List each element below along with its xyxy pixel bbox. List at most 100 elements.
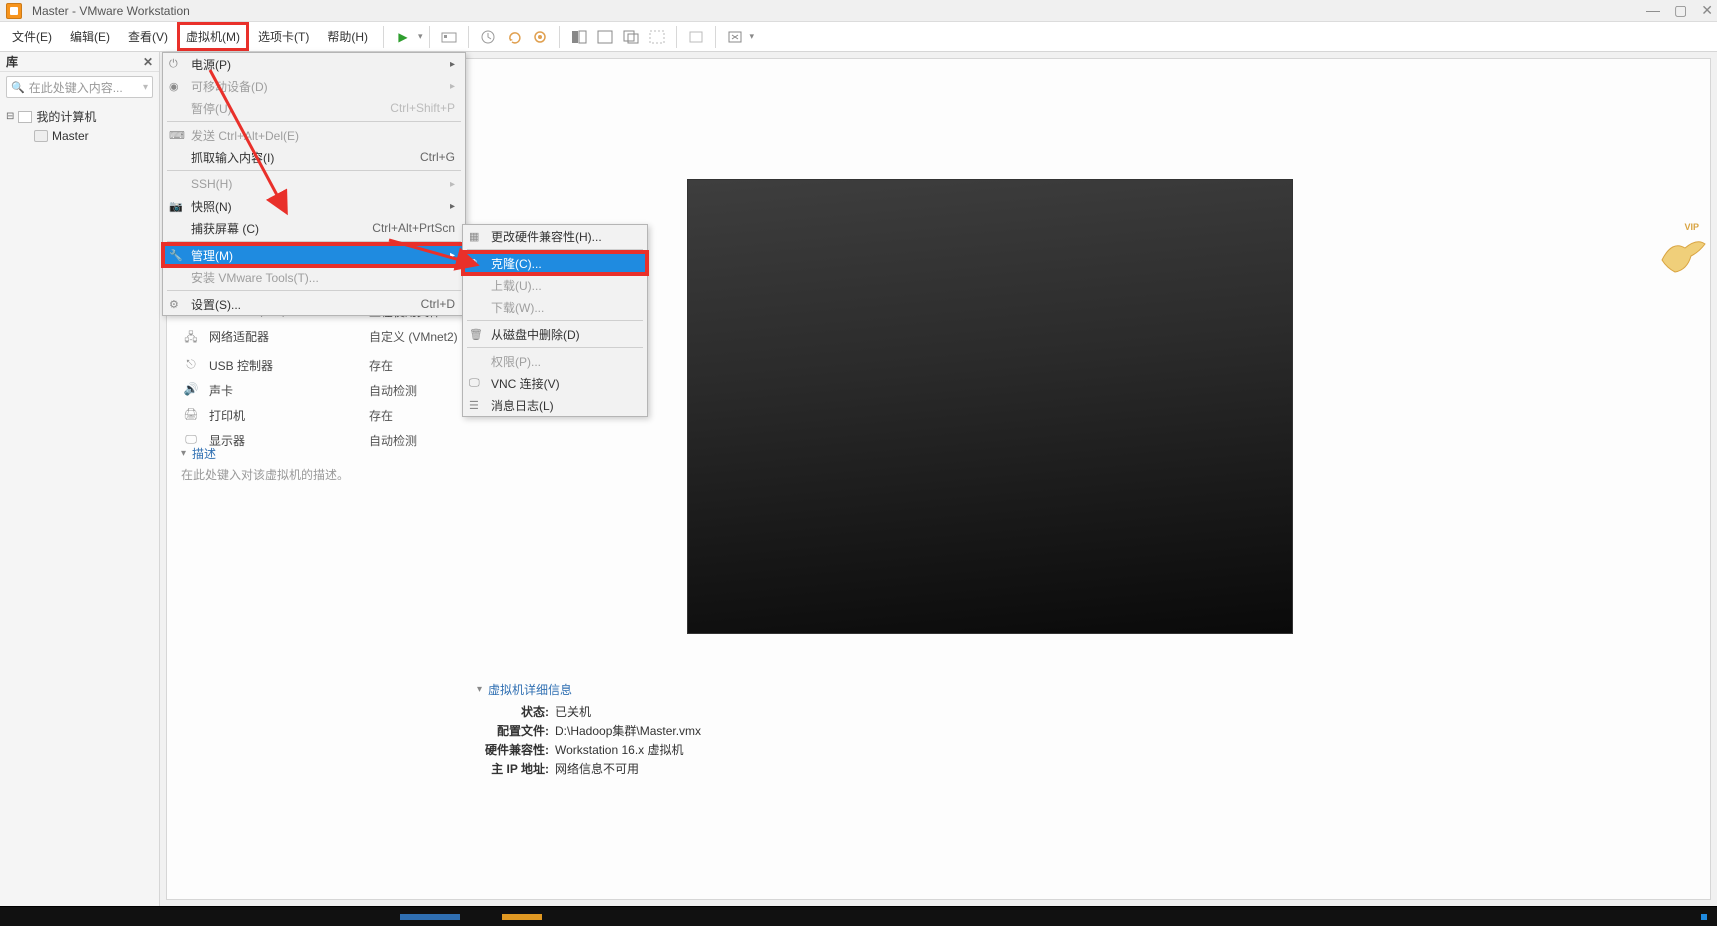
sidebar-close-button[interactable]: ✕: [143, 55, 153, 69]
submenu-clone[interactable]: ⧉ 克隆(C)...: [463, 252, 647, 274]
submenu-arrow-icon: ▸: [450, 201, 455, 212]
menu-label: 安装 VMware Tools(T)...: [191, 269, 319, 286]
tray-icon[interactable]: [1701, 914, 1707, 920]
hw-row-usb[interactable]: ⎋ USB 控制器 存在: [183, 353, 460, 378]
taskbar[interactable]: [0, 906, 1717, 926]
tree-vm-label: Master: [52, 129, 89, 143]
menu-settings[interactable]: ⚙ 设置(S)... Ctrl+D: [163, 293, 465, 315]
hw-row-printer[interactable]: 🖨 打印机 存在: [183, 403, 460, 428]
hardware-list: ◉ CD/DVD (IDE) 正在使用文件 F... 🖧 网络适配器 自定义 (…: [183, 299, 460, 453]
vip-badge: VIP: [1684, 222, 1699, 232]
hw-row-network[interactable]: 🖧 网络适配器 自定义 (VMnet2): [183, 324, 460, 353]
sidebar-search[interactable]: 🔍 在此处键入内容... ▾: [6, 76, 153, 98]
search-icon: 🔍: [11, 81, 25, 94]
menu-separator: [167, 290, 461, 291]
menu-label: 捕获屏幕 (C): [191, 220, 259, 237]
menu-power[interactable]: ⏻ 电源(P) ▸: [163, 53, 465, 75]
submenu-vnc[interactable]: 🖵 VNC 连接(V): [463, 372, 647, 394]
snapshot-manage-button[interactable]: [527, 24, 553, 50]
hw-value: 存在: [369, 357, 393, 374]
unity-button[interactable]: [683, 24, 709, 50]
menu-manage[interactable]: 🔧 管理(M) ▸: [163, 244, 465, 266]
menu-removable: ◉ 可移动设备(D) ▸: [163, 75, 465, 97]
send-cad-button[interactable]: [436, 24, 462, 50]
vm-dropdown-menu: ⏻ 电源(P) ▸ ◉ 可移动设备(D) ▸ 暂停(U) Ctrl+Shift+…: [162, 52, 466, 316]
log-icon: ☰: [469, 399, 479, 412]
view-single-button[interactable]: [566, 24, 592, 50]
power-icon: ⏻: [169, 58, 178, 71]
menu-tabs[interactable]: 选项卡(T): [249, 22, 318, 51]
menu-pause: 暂停(U) Ctrl+Shift+P: [163, 97, 465, 119]
menu-file[interactable]: 文件(E): [3, 22, 61, 51]
printer-icon: 🖨: [183, 407, 199, 424]
tree-root[interactable]: ⊟ 我的计算机: [6, 106, 153, 127]
menu-send-cad: ⌨ 发送 Ctrl+Alt+Del(E): [163, 124, 465, 146]
library-tree: ⊟ 我的计算机 Master: [0, 102, 159, 149]
computer-icon: [18, 111, 32, 123]
hw-value: 存在: [369, 407, 393, 424]
menu-label: 消息日志(L): [491, 397, 554, 414]
submenu-upload: 上载(U)...: [463, 274, 647, 296]
menu-label: VNC 连接(V): [491, 375, 560, 392]
power-dropdown-icon[interactable]: ▾: [418, 31, 423, 42]
vm-icon: [34, 130, 48, 142]
search-dropdown-icon[interactable]: ▾: [143, 82, 148, 93]
detail-label: 主 IP 地址:: [477, 760, 549, 777]
menu-shortcut: Ctrl+G: [420, 150, 455, 164]
menu-grab-input[interactable]: 抓取输入内容(I) Ctrl+G: [163, 146, 465, 168]
menu-label: 可移动设备(D): [191, 78, 268, 95]
bird-icon: [1657, 230, 1707, 280]
menu-view[interactable]: 查看(V): [119, 22, 177, 51]
detail-label: 配置文件:: [477, 722, 549, 739]
menu-label: 上载(U)...: [491, 277, 542, 294]
stretch-dropdown-icon[interactable]: ▾: [750, 31, 755, 42]
menu-help[interactable]: 帮助(H): [318, 22, 377, 51]
menu-ssh: SSH(H) ▸: [163, 173, 465, 195]
menu-label: 暂停(U): [191, 100, 232, 117]
submenu-permissions: 权限(P)...: [463, 350, 647, 372]
menu-vm[interactable]: 虚拟机(M): [177, 22, 249, 51]
network-icon: 🖧: [183, 328, 199, 349]
hw-row-sound[interactable]: 🔊 声卡 自动检测: [183, 378, 460, 403]
menu-separator: [383, 26, 384, 48]
detail-value: Workstation 16.x 虚拟机: [555, 741, 684, 758]
description-title[interactable]: 描述: [181, 445, 349, 462]
submenu-change-hw[interactable]: ▦ 更改硬件兼容性(H)...: [463, 225, 647, 247]
maximize-button[interactable]: ▢: [1674, 2, 1687, 19]
power-on-button[interactable]: ▶: [390, 24, 416, 50]
menu-capture[interactable]: 捕获屏幕 (C) Ctrl+Alt+PrtScn: [163, 217, 465, 239]
submenu-delete-disk[interactable]: 🗑 从磁盘中删除(D): [463, 323, 647, 345]
menu-label: 抓取输入内容(I): [191, 149, 274, 166]
stretch-button[interactable]: [722, 24, 748, 50]
description-section: 描述 在此处键入对该虚拟机的描述。: [181, 445, 349, 483]
menu-label: 克隆(C)...: [491, 255, 542, 272]
details-title[interactable]: 虚拟机详细信息: [477, 681, 701, 698]
snapshot-revert-button[interactable]: [501, 24, 527, 50]
submenu-msg-log[interactable]: ☰ 消息日志(L): [463, 394, 647, 416]
app-icon: [6, 3, 22, 19]
hw-value: 自动检测: [369, 432, 417, 449]
window-title: Master - VMware Workstation: [32, 4, 190, 18]
tree-vm-master[interactable]: Master: [6, 127, 153, 145]
menu-edit[interactable]: 编辑(E): [61, 22, 119, 51]
gear-icon: ⚙: [169, 298, 179, 311]
view-multiple-button[interactable]: [618, 24, 644, 50]
menu-label: 管理(M): [191, 247, 233, 264]
close-button[interactable]: ✕: [1701, 2, 1713, 19]
menu-label: 权限(P)...: [491, 353, 541, 370]
usb-icon: ⎋: [183, 357, 199, 374]
taskbar-segment: [502, 914, 542, 920]
disc-icon: ◉: [169, 80, 179, 93]
description-hint[interactable]: 在此处键入对该虚拟机的描述。: [181, 466, 349, 483]
menu-separator: [167, 170, 461, 171]
snapshot-take-button[interactable]: [475, 24, 501, 50]
hw-name: 网络适配器: [209, 328, 359, 349]
minimize-button[interactable]: —: [1646, 2, 1660, 19]
view-fullscreen-button[interactable]: [644, 24, 670, 50]
detail-config: 配置文件: D:\Hadoop集群\Master.vmx: [477, 721, 701, 740]
view-console-button[interactable]: [592, 24, 618, 50]
tree-collapse-icon[interactable]: ⊟: [6, 111, 14, 122]
menu-snapshot[interactable]: 📷 快照(N) ▸: [163, 195, 465, 217]
system-tray[interactable]: [1701, 914, 1717, 920]
submenu-download: 下载(W)...: [463, 296, 647, 318]
